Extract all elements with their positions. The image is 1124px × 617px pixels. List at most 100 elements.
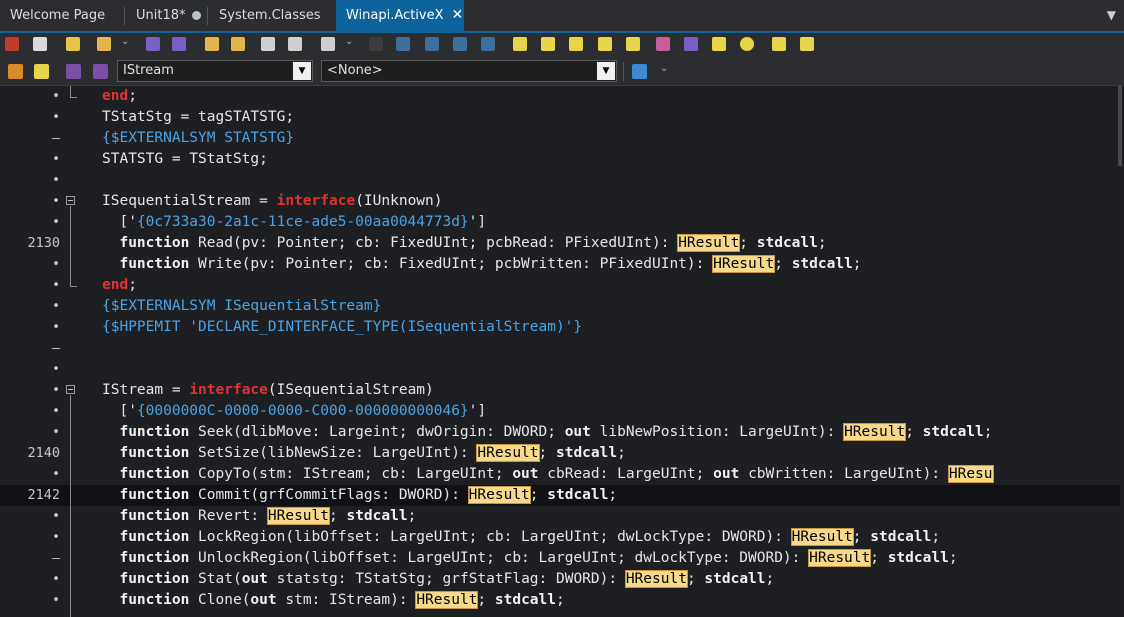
code-line[interactable]: • {$HPPEMIT 'DECLARE_DINTERFACE_TYPE(ISeq… xyxy=(0,317,1120,338)
code-line[interactable]: • xyxy=(0,359,1120,380)
code-editor[interactable]: • end; • TStatStg = tagSTATSTG; – {$EXTERNAL… xyxy=(0,86,1124,617)
tab-system-classes[interactable]: System.Classes xyxy=(209,0,334,31)
code-token: function xyxy=(119,592,190,608)
add-to-project-icon[interactable] xyxy=(205,37,219,51)
run-icon[interactable] xyxy=(321,37,335,51)
fold-guide-end xyxy=(70,97,77,98)
chevron-down-icon[interactable]: ▼ xyxy=(293,62,311,80)
code-line[interactable]: 2142 function Commit(grfCommitFlags: DWO… xyxy=(0,485,1120,506)
tab-unit18[interactable]: Unit18* xyxy=(126,0,206,31)
code-token: function xyxy=(119,235,190,251)
code-token: ; xyxy=(529,487,548,503)
code-token: ; xyxy=(774,256,792,272)
code-token: out xyxy=(512,466,539,482)
build-icon[interactable] xyxy=(288,37,302,51)
code-line[interactable]: • {$EXTERNALSYM ISequentialStream} xyxy=(0,296,1120,317)
code-line[interactable]: • function LockRegion(libOffset: LargeUI… xyxy=(0,527,1120,548)
code-token: ; xyxy=(817,235,827,251)
search-highlight: HResult xyxy=(266,507,331,525)
interface-icon[interactable] xyxy=(66,64,81,79)
note-icon[interactable] xyxy=(712,37,726,51)
new-item-icon[interactable] xyxy=(66,37,80,51)
folder-icon[interactable] xyxy=(34,64,49,79)
code-line[interactable]: • end; xyxy=(0,86,1120,107)
code-line[interactable]: • xyxy=(0,170,1120,191)
code-text: function Write(pv: Pointer; cb: FixedUIn… xyxy=(102,254,862,275)
tool-icon[interactable] xyxy=(656,37,670,51)
help-icon[interactable] xyxy=(772,37,786,51)
code-line[interactable]: • IStream = interface(ISequentialStream) xyxy=(0,380,1120,401)
component-icon[interactable] xyxy=(513,37,527,51)
stop-icon[interactable] xyxy=(5,37,19,51)
pause-icon[interactable] xyxy=(369,37,383,51)
code-line[interactable]: 2130 function Read(pv: Pointer; cb: Fixe… xyxy=(0,233,1120,254)
gutter-marker: • xyxy=(52,467,60,482)
chevron-down-icon[interactable]: ▼ xyxy=(597,62,615,80)
save-icon[interactable] xyxy=(146,37,160,51)
code-line[interactable]: • ['{0c733a30-2a1c-11ce-ade5-00aa0044773… xyxy=(0,212,1120,233)
code-line[interactable]: – function UnlockRegion(libOffset: Large… xyxy=(0,548,1120,569)
fold-collapse-icon[interactable] xyxy=(66,385,75,394)
code-line[interactable]: • end; xyxy=(0,275,1120,296)
code-token: ; xyxy=(931,529,941,545)
dollar-icon[interactable] xyxy=(598,37,612,51)
list-dropdown-chevron-icon[interactable]: ⌄ xyxy=(660,63,668,74)
code-line[interactable]: • ['{0000000C-0000-0000-C000-00000000004… xyxy=(0,401,1120,422)
code-token: out xyxy=(241,571,268,587)
code-line[interactable]: • ISequentialStream = interface(IUnknown) xyxy=(0,191,1120,212)
code-line[interactable]: • function Stat(out statstg: TStatStg; g… xyxy=(0,569,1120,590)
new-file-icon[interactable] xyxy=(33,37,47,51)
code-line[interactable]: • function Seek(dlibMove: Largeint; dwOr… xyxy=(0,422,1120,443)
code-line[interactable]: • function CopyTo(stm: IStream; cb: Larg… xyxy=(0,464,1120,485)
run-dropdown-chevron-icon[interactable]: ⌄ xyxy=(345,36,353,47)
fold-guide-line xyxy=(70,206,71,286)
code-line[interactable]: – {$EXTERNALSYM STATSTG} xyxy=(0,128,1120,149)
info-icon[interactable] xyxy=(800,37,814,51)
vertical-scrollbar-thumb[interactable] xyxy=(1118,86,1122,166)
settings-gear-icon[interactable] xyxy=(740,37,754,51)
code-token: ; xyxy=(852,529,871,545)
tab-overflow-chevron-icon[interactable]: ▼ xyxy=(1107,0,1116,31)
code-token: stdcall xyxy=(494,592,556,608)
step-into-icon[interactable] xyxy=(396,37,410,51)
compile-icon[interactable] xyxy=(261,37,275,51)
tab-welcome-page[interactable]: Welcome Page xyxy=(0,0,124,31)
code-line[interactable]: • STATSTG = TStatStg; xyxy=(0,149,1120,170)
implementation-icon[interactable] xyxy=(93,64,108,79)
fold-collapse-icon[interactable] xyxy=(66,196,75,205)
code-text: IStream = interface(ISequentialStream) xyxy=(102,380,434,401)
gutter-marker: • xyxy=(52,320,60,335)
view-icon[interactable] xyxy=(684,37,698,51)
code-line[interactable]: • function Clone(out stm: IStream): HRes… xyxy=(0,590,1120,611)
step-over-icon[interactable] xyxy=(425,37,439,51)
code-text: function Seek(dlibMove: Largeint; dwOrig… xyxy=(102,422,993,443)
form-icon[interactable] xyxy=(569,37,583,51)
list-icon[interactable] xyxy=(632,64,647,79)
save-all-icon[interactable] xyxy=(172,37,186,51)
code-token: stdcall xyxy=(887,550,949,566)
open-folder-icon[interactable] xyxy=(97,37,111,51)
code-line[interactable]: • TStatStg = tagSTATSTG; xyxy=(0,107,1120,128)
code-text: ['{0000000C-0000-0000-C000-000000000046}… xyxy=(102,401,486,422)
code-line[interactable]: – xyxy=(0,338,1120,359)
interface-select[interactable]: IStream ▼ xyxy=(117,60,313,82)
close-tab-icon[interactable]: ✕ xyxy=(452,7,464,23)
run-to-cursor-icon[interactable] xyxy=(481,37,495,51)
code-token: ; xyxy=(556,592,565,608)
code-token: {$EXTERNALSYM ISequentialStream} xyxy=(102,298,382,314)
code-line[interactable]: • function Write(pv: Pointer; cb: FixedU… xyxy=(0,254,1120,275)
remove-from-project-icon[interactable] xyxy=(231,37,245,51)
code-line[interactable]: 2140 function SetSize(libNewSize: LargeU… xyxy=(0,443,1120,464)
code-token: end xyxy=(102,88,129,104)
code-token: out xyxy=(250,592,277,608)
code-text: end; xyxy=(102,275,137,296)
class-tree-icon[interactable] xyxy=(8,64,23,79)
tab-winapi-activex[interactable]: Winapi.ActiveX ✕ xyxy=(336,0,464,31)
open-dropdown-chevron-icon[interactable]: ⌄ xyxy=(121,36,129,47)
code-line[interactable]: • function Revert: HResult; stdcall; xyxy=(0,506,1120,527)
fold-guide-line xyxy=(70,395,71,617)
edit-icon[interactable] xyxy=(541,37,555,51)
unit-icon[interactable] xyxy=(626,37,640,51)
method-select[interactable]: <None> ▼ xyxy=(321,60,617,82)
trace-icon[interactable] xyxy=(453,37,467,51)
